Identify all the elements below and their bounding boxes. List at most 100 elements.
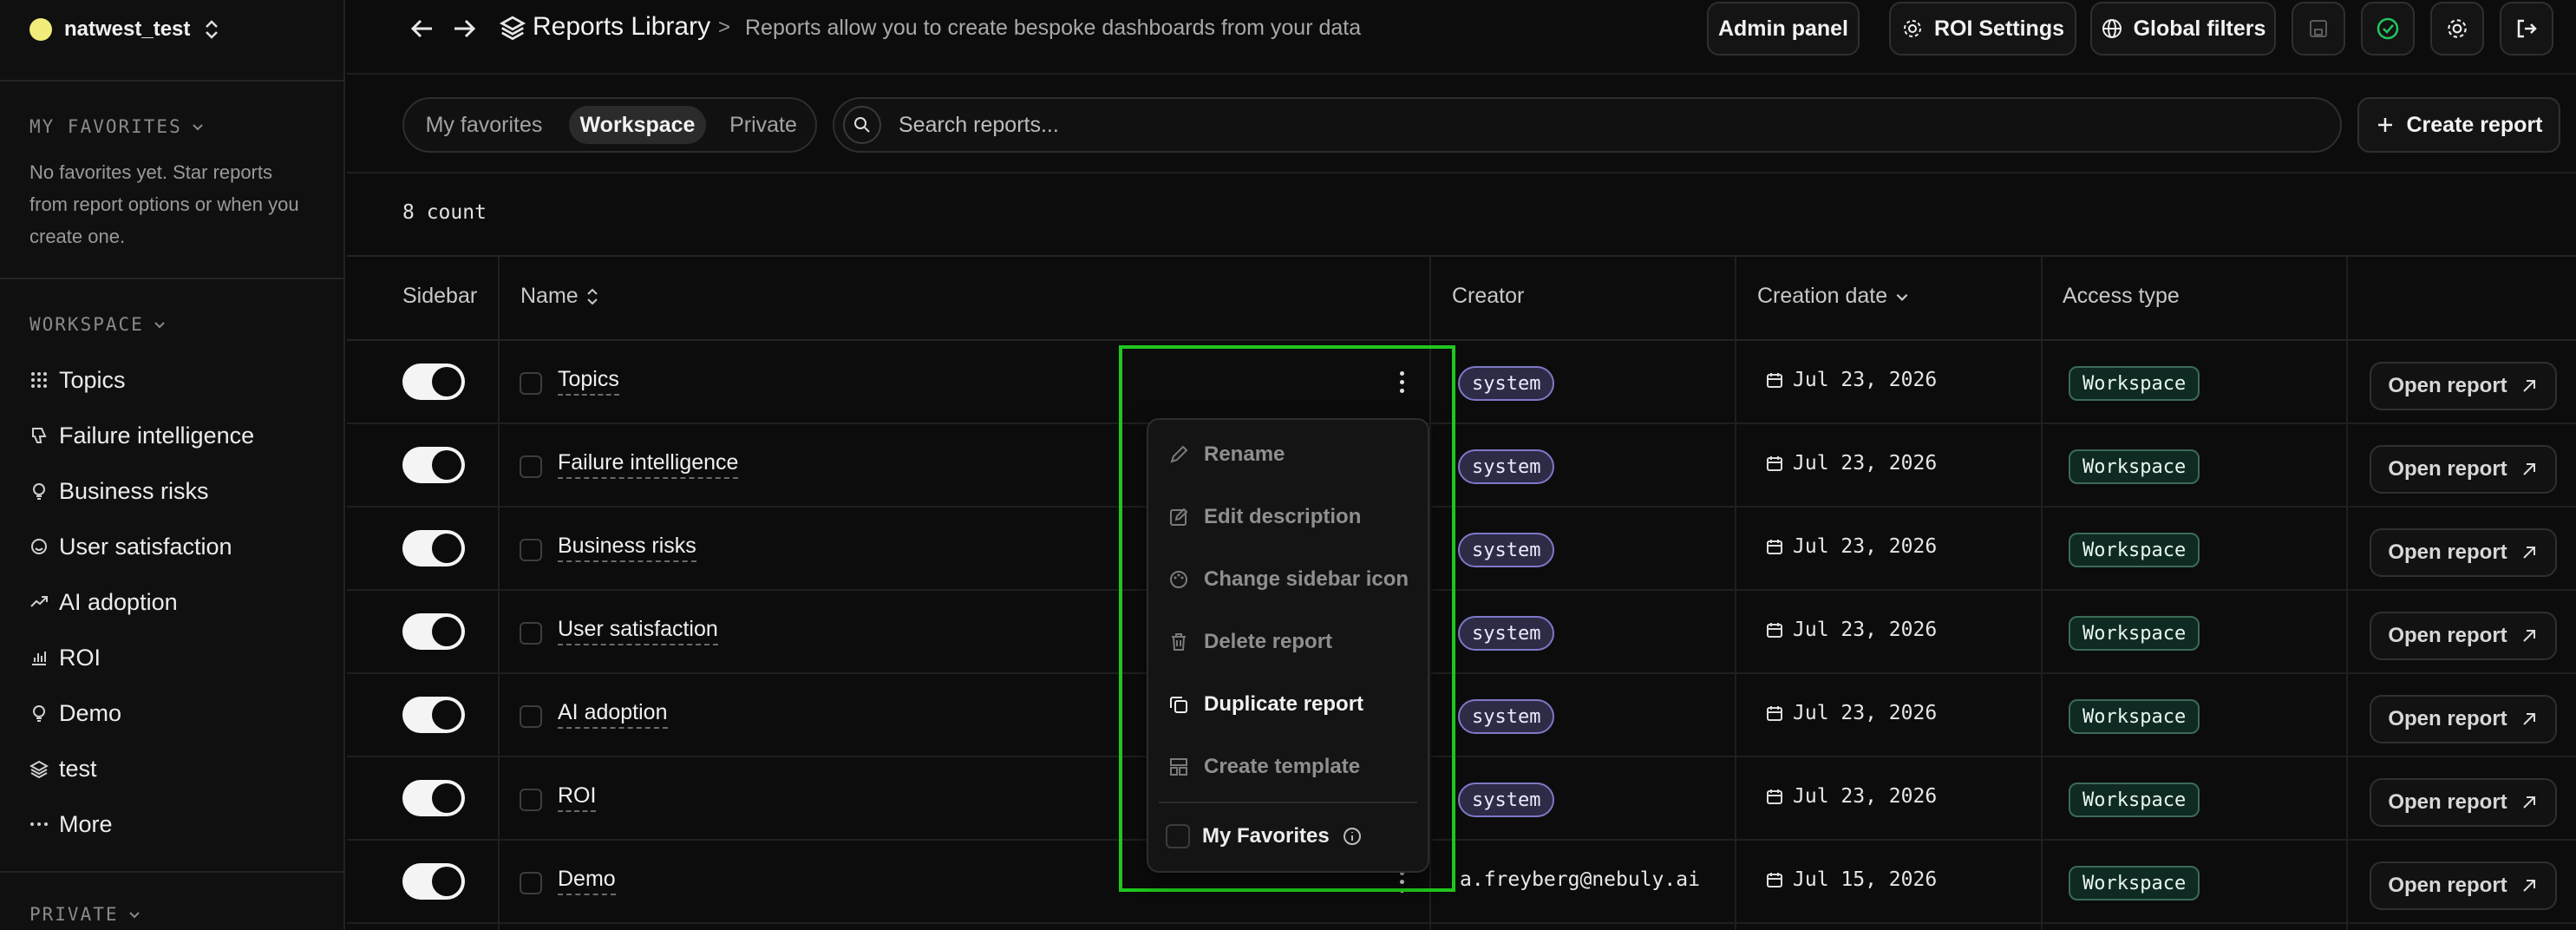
workspace-section-toggle[interactable]: WORKSPACE [29, 314, 167, 335]
open-report-label: Open report [2388, 540, 2507, 564]
row-checkbox[interactable] [520, 705, 542, 728]
sidebar-toggle[interactable] [402, 697, 465, 733]
open-report-button[interactable]: Open report [2370, 612, 2557, 660]
roi-settings-button[interactable]: ROI Settings [1889, 2, 2076, 56]
back-arrow-icon[interactable] [408, 14, 437, 43]
create-report-button[interactable]: Create report [2357, 97, 2560, 153]
gear-icon [1903, 20, 1921, 37]
sidebar-toggle[interactable] [402, 780, 465, 816]
global-filters-button[interactable]: Global filters [2090, 2, 2276, 56]
header-divider [347, 73, 2576, 75]
row-checkbox[interactable] [520, 539, 542, 561]
sidebar-toggle[interactable] [402, 447, 465, 483]
open-report-button[interactable]: Open report [2370, 445, 2557, 494]
favorite-checkbox[interactable] [1166, 824, 1190, 848]
menu-item-delete-report[interactable]: Delete report [1167, 625, 1332, 659]
table-row: Topics system Jul 23, 2026 Workspace Ope… [347, 341, 2576, 424]
sidebar-divider [0, 278, 343, 279]
private-section-label: PRIVATE [29, 904, 119, 925]
sidebar-item-topics[interactable]: Topics [29, 363, 126, 397]
table-row: AI adoption system Jul 23, 2026 Workspac… [347, 674, 2576, 757]
sidebar-item-business-risks[interactable]: Business risks [29, 474, 209, 508]
sidebar-item-failure-intelligence[interactable]: Failure intelligence [29, 418, 254, 453]
report-name-link[interactable]: ROI [558, 783, 597, 812]
row-checkbox[interactable] [520, 372, 542, 395]
report-options-menu: Rename Edit description Change sidebar i… [1147, 418, 1429, 873]
sidebar-item-label: Topics [59, 366, 126, 393]
menu-item-label: My Favorites [1202, 824, 1330, 848]
column-header-label: Creation date [1757, 284, 1888, 308]
row-checkbox[interactable] [520, 872, 542, 894]
status-check-button[interactable] [2361, 2, 2415, 56]
creator-badge: system [1458, 449, 1555, 484]
save-button[interactable] [2292, 2, 2345, 56]
table-top-border [347, 255, 2576, 257]
open-report-button[interactable]: Open report [2370, 362, 2557, 410]
column-header-label: Name [520, 284, 579, 308]
access-type-badge: Workspace [2069, 366, 2200, 401]
creation-date: Jul 23, 2026 [1765, 452, 1937, 475]
settings-button[interactable] [2430, 2, 2484, 56]
menu-item-change-sidebar-icon[interactable]: Change sidebar icon [1167, 562, 1409, 597]
lightbulb-icon [33, 483, 45, 500]
grid-dots-icon [31, 372, 47, 388]
sidebar-item-more[interactable]: More [29, 807, 113, 842]
sidebar-item-label: ROI [59, 644, 101, 671]
arrow-up-right-icon [2522, 547, 2535, 559]
report-name-link[interactable]: Demo [558, 867, 616, 895]
favorites-section-toggle[interactable]: MY FAVORITES [29, 116, 205, 137]
menu-item-duplicate-report[interactable]: Duplicate report [1167, 687, 1363, 722]
row-checkbox[interactable] [520, 455, 542, 478]
report-count: 8 count [402, 201, 487, 224]
row-checkbox[interactable] [520, 622, 542, 645]
page-description: Reports allow you to create bespoke dash… [745, 16, 1362, 40]
access-type-badge: Workspace [2069, 533, 2200, 567]
forward-arrow-icon[interactable] [449, 14, 479, 43]
access-type-badge: Workspace [2069, 699, 2200, 734]
sidebar-toggle[interactable] [402, 530, 465, 567]
report-name-link[interactable]: Failure intelligence [558, 450, 739, 479]
tab-my-favorites[interactable]: My favorites [411, 106, 557, 144]
open-report-button[interactable]: Open report [2370, 695, 2557, 743]
menu-item-create-template[interactable]: Create template [1167, 750, 1360, 784]
report-name-link[interactable]: AI adoption [558, 700, 668, 729]
report-name-link[interactable]: Topics [558, 367, 619, 396]
menu-item-edit-description[interactable]: Edit description [1167, 500, 1361, 534]
tab-private[interactable]: Private [715, 106, 812, 144]
sidebar-item-label: More [59, 810, 113, 837]
sidebar-item-ai-adoption[interactable]: AI adoption [29, 585, 178, 619]
row-options-button[interactable] [1393, 364, 1410, 399]
logout-button[interactable] [2500, 2, 2553, 56]
sidebar-item-user-satisfaction[interactable]: User satisfaction [29, 529, 232, 564]
report-name-link[interactable]: User satisfaction [558, 617, 718, 645]
column-header-name[interactable]: Name [520, 284, 599, 309]
kebab-dot [1399, 379, 1404, 384]
column-header-label: Sidebar [402, 284, 478, 308]
menu-item-rename[interactable]: Rename [1167, 437, 1285, 472]
row-checkbox[interactable] [520, 789, 542, 811]
row-divider [347, 922, 2576, 924]
arrow-up-right-icon [2522, 796, 2535, 809]
open-report-button[interactable]: Open report [2370, 778, 2557, 827]
workspace-switcher[interactable]: natwest_test [29, 14, 221, 45]
report-name-link[interactable]: Business risks [558, 534, 696, 562]
global-filters-label: Global filters [2133, 16, 2266, 41]
admin-panel-button[interactable]: Admin panel [1707, 2, 1860, 56]
search-input[interactable] [899, 109, 2286, 141]
menu-item-my-favorites[interactable]: My Favorites [1166, 824, 1363, 848]
sidebar-toggle[interactable] [402, 363, 465, 400]
calendar-icon [1767, 623, 1782, 638]
open-report-label: Open report [2388, 374, 2507, 397]
tab-workspace[interactable]: Workspace [569, 106, 706, 144]
sidebar-item-roi[interactable]: ROI [29, 640, 101, 675]
private-section-toggle[interactable]: PRIVATE [29, 904, 141, 925]
sidebar-toggle[interactable] [402, 613, 465, 650]
column-header-creation-date[interactable]: Creation date [1757, 284, 1910, 309]
open-report-button[interactable]: Open report [2370, 861, 2557, 910]
sidebar-item-test[interactable]: test [29, 751, 97, 786]
favorites-section-label: MY FAVORITES [29, 116, 182, 137]
sidebar-toggle[interactable] [402, 863, 465, 900]
sidebar-item-demo[interactable]: Demo [29, 696, 121, 730]
open-report-button[interactable]: Open report [2370, 528, 2557, 577]
palette-icon [1170, 571, 1187, 588]
